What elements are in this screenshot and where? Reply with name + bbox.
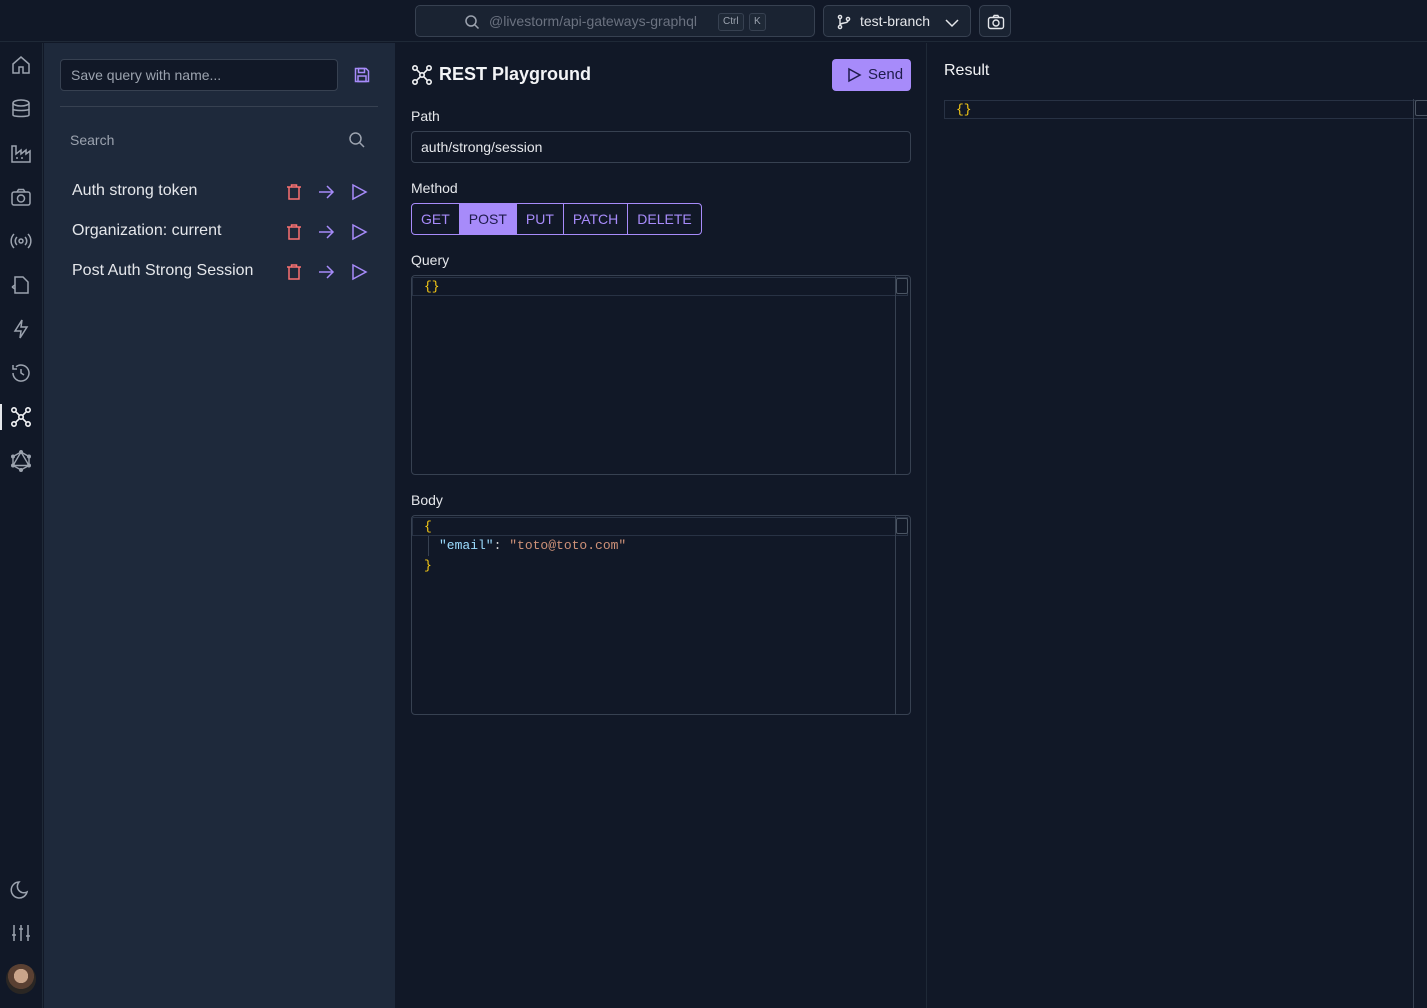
save-query-name-input[interactable] (60, 59, 338, 91)
query-editor[interactable]: {} (411, 275, 911, 475)
branch-selector[interactable]: test-branch (823, 5, 971, 37)
method-patch[interactable]: PATCH (564, 204, 629, 234)
editor-minimap (896, 518, 908, 534)
indent-guide (428, 536, 429, 556)
factory-icon[interactable] (10, 142, 32, 164)
screenshot-button[interactable] (979, 5, 1011, 37)
save-icon[interactable] (353, 66, 371, 84)
result-title: Result (944, 62, 990, 79)
trash-icon[interactable] (285, 263, 303, 281)
top-bar: @livestorm/api-gateways-graphql Ctrl K t… (0, 0, 1427, 42)
result-editor[interactable]: {} (944, 99, 1427, 1008)
query-item[interactable]: Organization: current (72, 218, 372, 246)
database-icon[interactable] (10, 98, 32, 120)
search-icon (349, 132, 365, 148)
play-icon (848, 67, 862, 83)
branch-name: test-branch (860, 13, 931, 29)
query-item-label: Auth strong token (72, 182, 198, 199)
search-queries-input[interactable] (60, 123, 378, 157)
path-label: Path (411, 108, 440, 124)
editor-scrollbar[interactable] (895, 516, 896, 714)
path-input[interactable] (411, 131, 911, 163)
editor-scrollbar[interactable] (1413, 99, 1414, 1008)
chevron-down-icon (945, 19, 959, 28)
active-indicator (0, 404, 2, 430)
json-value: "toto@toto.com" (509, 538, 627, 553)
shortcut-key-ctrl: Ctrl (718, 13, 744, 31)
camera-icon[interactable] (10, 186, 32, 208)
file-code-icon[interactable] (10, 274, 32, 296)
query-item[interactable]: Auth strong token (72, 178, 372, 206)
result-code: {} (956, 102, 972, 117)
camera-icon (987, 14, 1005, 30)
avatar[interactable] (6, 964, 36, 994)
divider (60, 106, 378, 107)
sliders-icon[interactable] (10, 922, 32, 944)
shortcut-key-k: K (749, 13, 766, 31)
moon-icon[interactable] (10, 878, 32, 900)
json-key: "email" (439, 538, 494, 553)
query-item-label: Post Auth Strong Session (72, 262, 254, 279)
current-line-highlight (412, 517, 908, 536)
editor-minimap (1415, 100, 1427, 116)
body-code-close: } (424, 558, 432, 573)
body-editor[interactable]: { "email": "toto@toto.com" } (411, 515, 911, 715)
method-label: Method (411, 180, 458, 196)
trash-icon[interactable] (285, 223, 303, 241)
saved-queries-panel: Auth strong token Organization: current … (44, 43, 395, 1008)
body-label: Body (411, 492, 443, 508)
play-icon[interactable] (350, 263, 368, 281)
send-label: Send (868, 66, 904, 83)
search-icon (465, 15, 480, 30)
lightning-icon[interactable] (10, 318, 32, 340)
rest-playground-panel: REST Playground Send Path Method GET POS… (395, 43, 927, 1008)
method-delete[interactable]: DELETE (628, 204, 700, 234)
trash-icon[interactable] (285, 183, 303, 201)
page-title: REST Playground (439, 64, 592, 84)
query-item-label: Organization: current (72, 222, 222, 239)
result-panel: Result {} (928, 43, 1427, 1008)
history-icon[interactable] (10, 362, 32, 384)
git-branch-icon (837, 14, 851, 30)
arrow-right-icon[interactable] (317, 223, 335, 241)
current-line-highlight (412, 277, 908, 296)
editor-scrollbar[interactable] (895, 276, 896, 474)
method-put[interactable]: PUT (517, 204, 564, 234)
method-get[interactable]: GET (412, 204, 460, 234)
graphql-icon[interactable] (10, 450, 32, 472)
navigation-rail (0, 43, 43, 1008)
home-icon[interactable] (10, 54, 32, 76)
graph-icon (411, 64, 433, 86)
arrow-right-icon[interactable] (317, 263, 335, 281)
json-colon: : (493, 538, 510, 553)
play-icon[interactable] (350, 183, 368, 201)
editor-minimap (896, 278, 908, 294)
method-selector: GET POST PUT PATCH DELETE (411, 203, 702, 235)
graph-icon[interactable] (10, 406, 32, 428)
project-search-text: @livestorm/api-gateways-graphql (489, 13, 697, 29)
arrow-right-icon[interactable] (317, 183, 335, 201)
play-icon[interactable] (350, 223, 368, 241)
body-code-open: { (424, 519, 432, 534)
query-code: {} (424, 279, 440, 294)
current-line-highlight (944, 100, 1427, 119)
query-item[interactable]: Post Auth Strong Session (72, 258, 372, 286)
query-label: Query (411, 252, 450, 268)
method-post[interactable]: POST (459, 204, 517, 234)
broadcast-icon[interactable] (10, 230, 32, 252)
project-search[interactable]: @livestorm/api-gateways-graphql Ctrl K (415, 5, 815, 37)
send-button[interactable]: Send (832, 59, 911, 91)
body-code-line: "email": "toto@toto.com" (439, 536, 626, 555)
